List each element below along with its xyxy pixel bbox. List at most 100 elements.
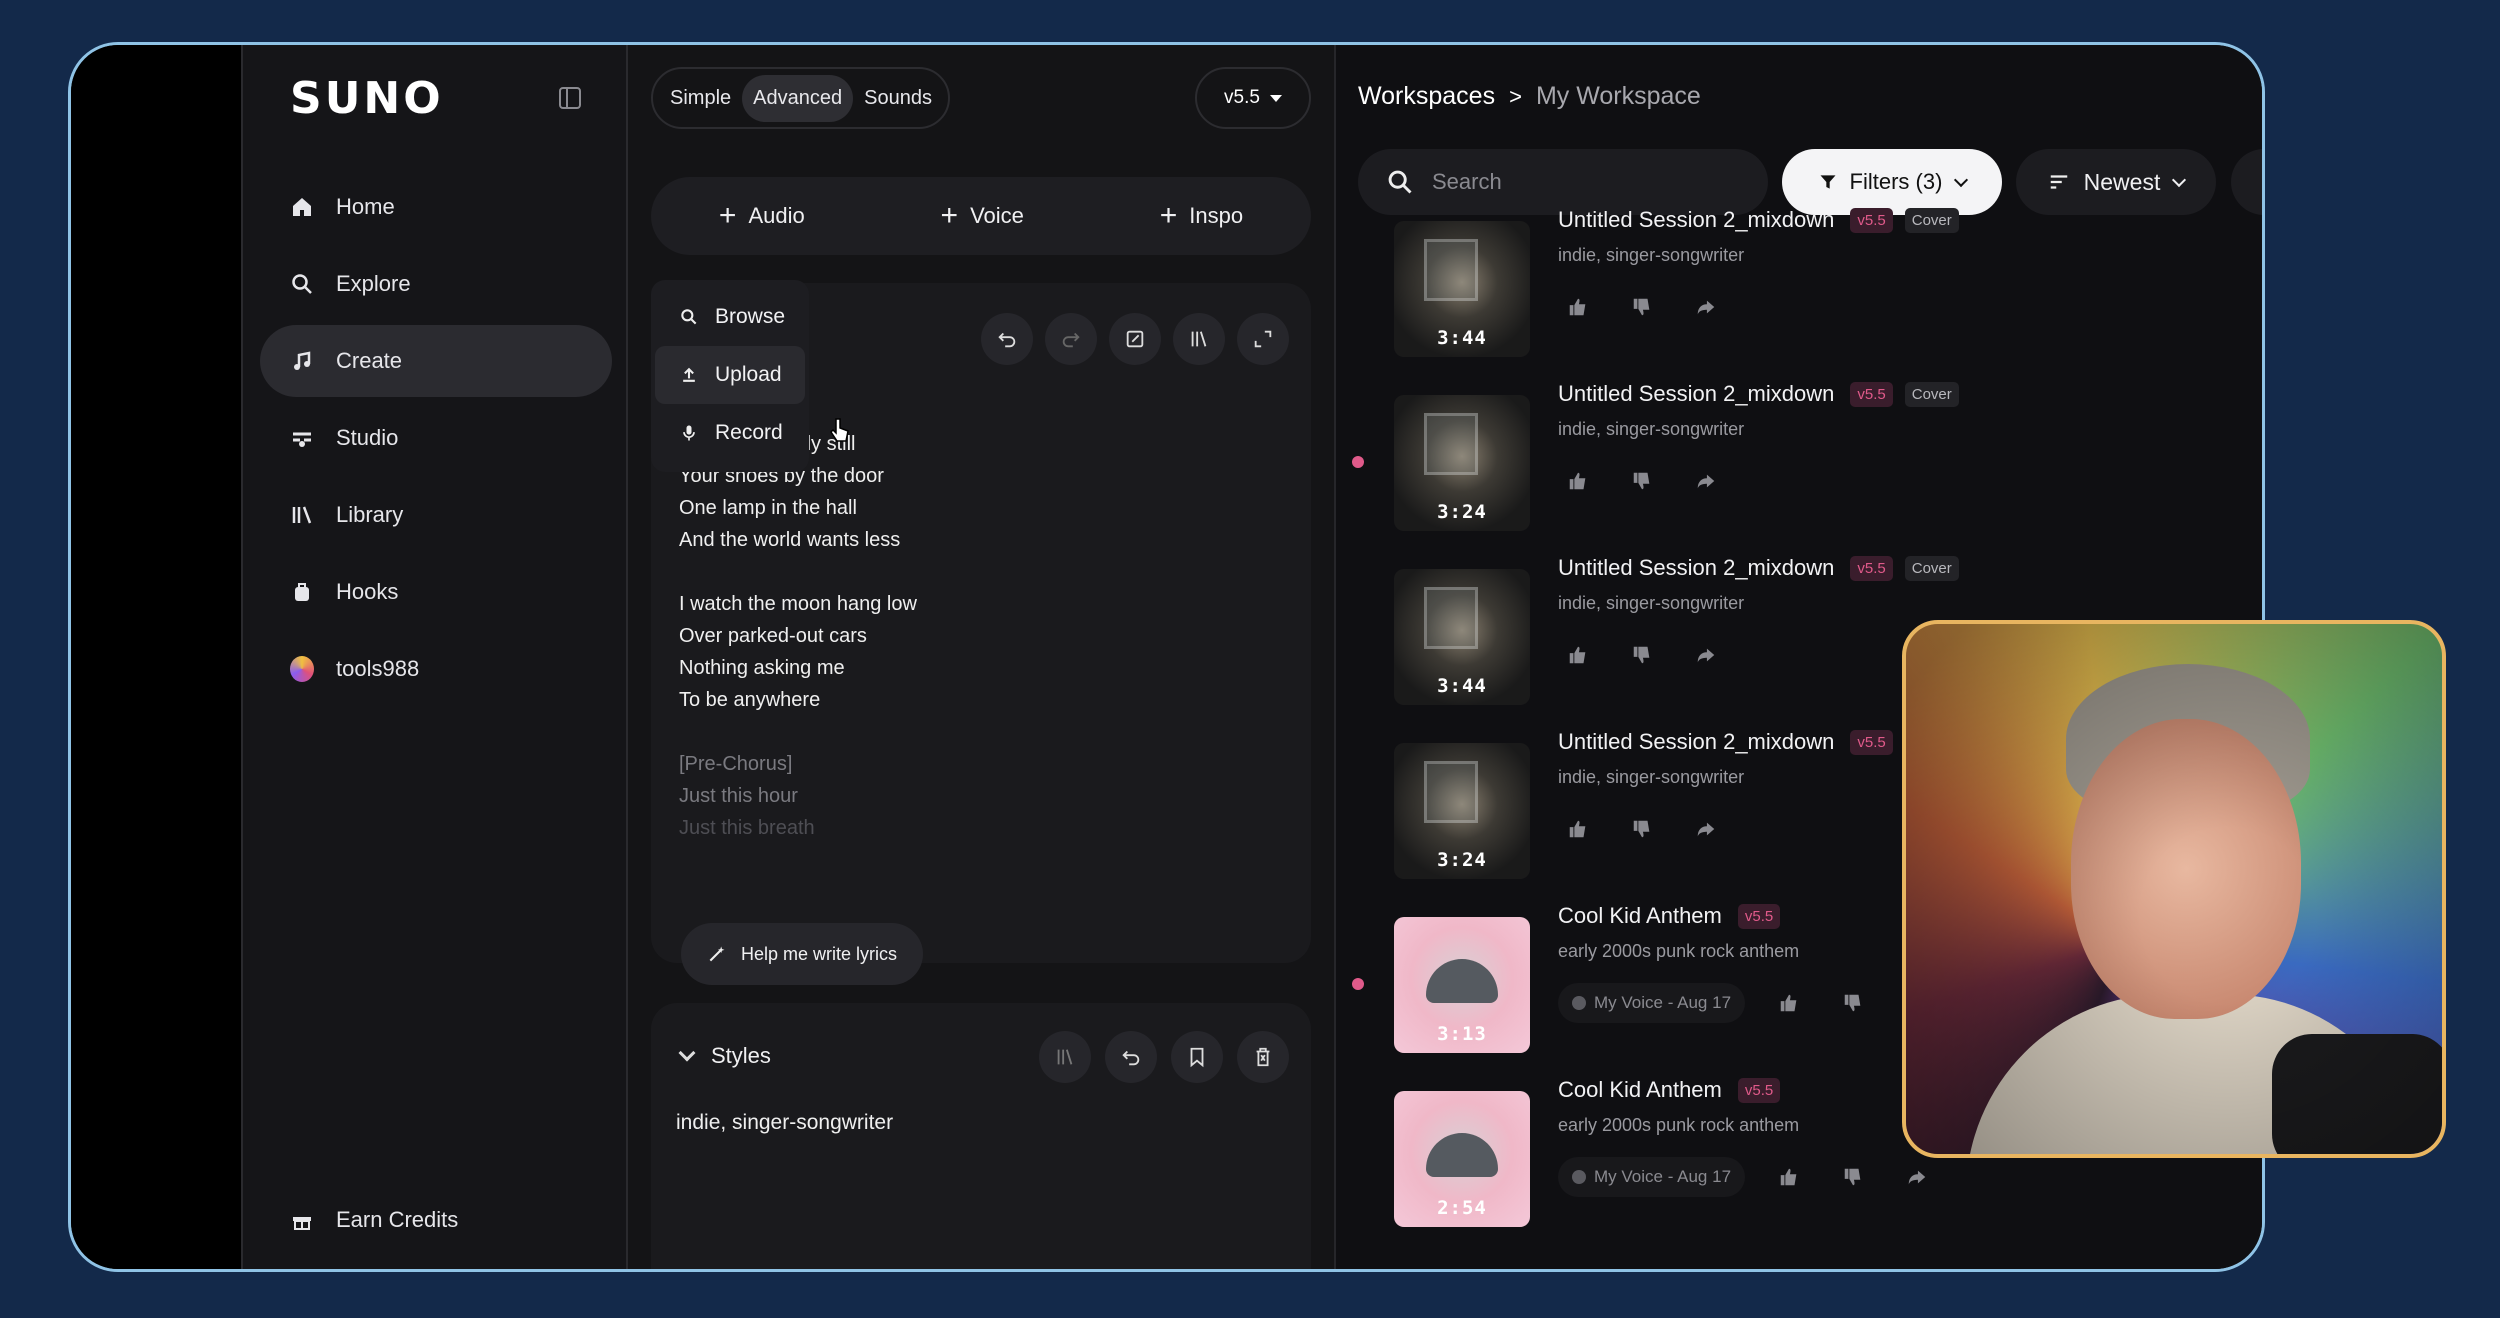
styles-toggle[interactable]: Styles [678,1043,771,1069]
song-actions: My Voice - Aug 17 [1558,983,1873,1023]
share-button[interactable] [1897,1157,1937,1197]
share-button[interactable] [1686,461,1726,501]
edit-icon [1126,330,1144,348]
song-cover-image[interactable]: 3:44 [1394,221,1530,357]
library-button[interactable] [1173,313,1225,365]
styles-library-button[interactable] [1039,1031,1091,1083]
song-title[interactable]: Untitled Session 2_mixdown [1558,729,1834,755]
song-cover-image[interactable]: 3:13 [1394,917,1530,1053]
library-icon [1191,331,1207,347]
dislike-button[interactable] [1622,635,1662,675]
menu-item-record[interactable]: Record [655,404,805,462]
add-voice-label: Voice [970,203,1024,228]
song-style: indie, singer-songwriter [1558,593,1745,613]
add-audio-button[interactable]: + Audio [719,201,805,231]
like-button[interactable] [1558,809,1598,849]
hooks-icon [290,580,314,604]
menu-item-browse[interactable]: Browse [655,288,805,346]
lyric-line: And the world wants less [679,529,901,551]
sidebar-item-create[interactable]: Create [260,325,612,397]
sidebar-item-explore[interactable]: Explore [260,248,612,320]
thumbs-down-icon [1633,646,1650,664]
styles-undo-button[interactable] [1105,1031,1157,1083]
sort-button[interactable]: Newest [2016,149,2216,215]
sidebar-item-studio[interactable]: Studio [260,402,612,474]
song-row[interactable]: 3:44 Untitled Session 2_mixdown v5.5 Cov… [1336,207,2262,381]
trash-icon [1256,1047,1270,1067]
tab-advanced[interactable]: Advanced [742,74,854,122]
filters-button[interactable]: Filters (3) [1782,149,2002,215]
song-title-row: Untitled Session 2_mixdown v5.5 Cover [1558,207,1959,233]
sidebar-item-library[interactable]: Library [260,479,612,551]
menu-item-upload[interactable]: Upload [655,346,805,404]
undo-button[interactable] [981,313,1033,365]
sidebar-item-hooks[interactable]: Hooks [260,556,612,628]
expand-button[interactable] [1237,313,1289,365]
share-button[interactable] [1686,287,1726,327]
lyrics-text[interactable]: ally still Your shoes by the door One la… [679,428,1099,844]
song-cover-image[interactable]: 3:24 [1394,743,1530,879]
library-icon [290,503,314,527]
song-cover-image[interactable]: 2:54 [1394,1091,1530,1227]
sidebar-item-label: Home [336,194,395,219]
dislike-button[interactable] [1833,1157,1873,1197]
song-title-row: Untitled Session 2_mixdown v5.5 Cover [1558,381,1959,407]
like-button[interactable] [1769,983,1809,1023]
song-row[interactable]: 3:24 Untitled Session 2_mixdown v5.5 Cov… [1336,381,2262,555]
like-button[interactable] [1558,635,1598,675]
song-title[interactable]: Untitled Session 2_mixdown [1558,381,1834,407]
song-title[interactable]: Cool Kid Anthem [1558,1077,1722,1103]
search-input[interactable]: Search [1358,149,1768,215]
cover-badge: Cover [1904,381,1959,407]
redo-icon [1062,332,1080,348]
breadcrumb-workspaces[interactable]: Workspaces [1358,82,1495,111]
unread-dot [1352,978,1364,990]
song-cover-image[interactable]: 3:44 [1394,569,1530,705]
like-button[interactable] [1558,461,1598,501]
share-button[interactable] [1686,635,1726,675]
dislike-button[interactable] [1622,809,1662,849]
earn-credits-button[interactable]: Earn Credits [290,1207,458,1233]
song-style: indie, singer-songwriter [1558,419,1745,439]
like-button[interactable] [1769,1157,1809,1197]
song-style: early 2000s punk rock anthem [1558,1115,1800,1135]
styles-delete-button[interactable] [1237,1031,1289,1083]
version-label: v5.5 [1224,87,1260,108]
song-title[interactable]: Cool Kid Anthem [1558,903,1722,929]
voice-label: My Voice - Aug 17 [1594,993,1732,1012]
add-audio-label: Audio [748,203,805,228]
filter-icon [1820,175,1836,189]
thumbs-up-icon [1569,298,1586,316]
search-icon [1388,170,1412,194]
tab-simple[interactable]: Simple [659,75,742,122]
song-cover-image[interactable]: 3:24 [1394,395,1530,531]
add-voice-button[interactable]: + Voice [941,201,1024,231]
version-select[interactable]: v5.5 [1195,67,1311,129]
lyric-line: One lamp in the hall [679,497,857,519]
tab-sounds[interactable]: Sounds [853,75,943,122]
voice-label: My Voice - Aug 17 [1594,1167,1732,1186]
more-options-button[interactable] [2231,149,2262,215]
voice-tag[interactable]: My Voice - Aug 17 [1558,983,1746,1023]
dislike-button[interactable] [1833,983,1873,1023]
dislike-button[interactable] [1622,287,1662,327]
edit-button[interactable] [1109,313,1161,365]
sidebar-item-profile[interactable]: tools988 [260,633,612,705]
song-title[interactable]: Untitled Session 2_mixdown [1558,207,1834,233]
add-inspo-button[interactable]: + Inspo [1160,201,1243,231]
lyric-section-tag: [Pre-Chorus] [679,753,793,775]
help-write-lyrics-button[interactable]: Help me write lyrics [681,923,924,985]
like-button[interactable] [1558,287,1598,327]
sidebar-toggle-icon[interactable] [559,87,581,109]
styles-section: Styles indie, singer-songwriter [651,1003,1311,1269]
voice-tag[interactable]: My Voice - Aug 17 [1558,1157,1746,1197]
redo-button[interactable] [1045,313,1097,365]
styles-bookmark-button[interactable] [1171,1031,1223,1083]
suno-logo[interactable]: SUNO [290,73,444,124]
song-title[interactable]: Untitled Session 2_mixdown [1558,555,1834,581]
sidebar-item-home[interactable]: Home [260,171,612,243]
share-button[interactable] [1686,809,1726,849]
dislike-button[interactable] [1622,461,1662,501]
version-badge: v5.5 [1850,555,1893,581]
styles-input[interactable]: indie, singer-songwriter [676,1111,893,1135]
